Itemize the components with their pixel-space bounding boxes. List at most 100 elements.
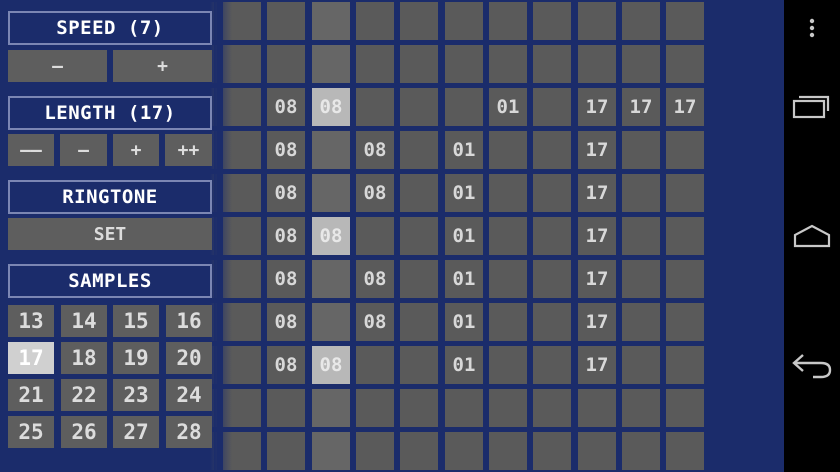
grid-cell[interactable] <box>666 346 704 384</box>
grid-cell[interactable] <box>578 2 616 40</box>
grid-cell[interactable] <box>267 2 305 40</box>
grid-cell[interactable]: 08 <box>267 217 305 255</box>
grid-cell[interactable] <box>445 389 483 427</box>
grid-cell[interactable] <box>533 260 571 298</box>
grid-cell[interactable]: 01 <box>445 260 483 298</box>
grid-cell[interactable] <box>400 217 438 255</box>
grid-cell[interactable]: 17 <box>578 260 616 298</box>
grid-cell[interactable] <box>312 2 350 40</box>
grid-cell[interactable] <box>489 174 527 212</box>
grid-cell[interactable] <box>666 217 704 255</box>
grid-cell[interactable]: 17 <box>578 217 616 255</box>
sample-button[interactable]: 17 <box>8 342 54 374</box>
grid-cell[interactable] <box>445 88 483 126</box>
sample-button[interactable]: 22 <box>61 379 107 411</box>
speed-decrease-button[interactable]: – <box>8 50 107 82</box>
grid-cell[interactable] <box>533 45 571 83</box>
grid-cell[interactable] <box>578 432 616 470</box>
grid-cell[interactable]: 01 <box>445 217 483 255</box>
grid-cell[interactable]: 17 <box>578 346 616 384</box>
grid-cell[interactable] <box>312 174 350 212</box>
grid-cell[interactable] <box>400 2 438 40</box>
grid-cell[interactable]: 08 <box>267 174 305 212</box>
grid-cell[interactable] <box>400 131 438 169</box>
grid-cell[interactable] <box>356 389 394 427</box>
grid-cell[interactable] <box>666 131 704 169</box>
grid-cell[interactable] <box>622 45 660 83</box>
grid-cell[interactable] <box>666 260 704 298</box>
grid-cell[interactable]: 01 <box>445 131 483 169</box>
grid-cell[interactable]: 08 <box>267 88 305 126</box>
grid-cell[interactable]: 08 <box>312 346 350 384</box>
length-decrease-more-button[interactable]: –– <box>8 134 54 166</box>
grid-cell[interactable]: 08 <box>312 217 350 255</box>
grid-cell[interactable] <box>312 131 350 169</box>
grid-cell[interactable] <box>533 389 571 427</box>
grid-cell[interactable]: 08 <box>356 174 394 212</box>
sample-button[interactable]: 25 <box>8 416 54 448</box>
grid-cell[interactable] <box>400 303 438 341</box>
grid-cell[interactable] <box>356 217 394 255</box>
grid-cell[interactable] <box>312 432 350 470</box>
grid-cell[interactable] <box>533 88 571 126</box>
grid-cell[interactable] <box>533 131 571 169</box>
grid-cell[interactable]: 17 <box>578 303 616 341</box>
grid-cell[interactable] <box>622 303 660 341</box>
grid-cell[interactable]: 08 <box>356 131 394 169</box>
grid-cell[interactable] <box>578 389 616 427</box>
grid-cell[interactable]: 08 <box>267 131 305 169</box>
grid-cell[interactable] <box>400 88 438 126</box>
grid-cell[interactable]: 17 <box>578 131 616 169</box>
sample-button[interactable]: 15 <box>113 305 159 337</box>
grid-cell[interactable] <box>267 45 305 83</box>
length-increase-button[interactable]: + <box>113 134 159 166</box>
grid-cell[interactable] <box>445 2 483 40</box>
grid-cell[interactable]: 01 <box>489 88 527 126</box>
length-decrease-button[interactable]: – <box>60 134 107 166</box>
recent-apps-icon[interactable] <box>784 86 840 126</box>
grid-cell[interactable]: 17 <box>578 174 616 212</box>
grid-cell[interactable] <box>622 131 660 169</box>
sample-button[interactable]: 19 <box>113 342 159 374</box>
grid-cell[interactable] <box>267 389 305 427</box>
grid-cell[interactable] <box>622 2 660 40</box>
grid-cell[interactable] <box>267 432 305 470</box>
grid-cell[interactable]: 08 <box>267 260 305 298</box>
ringtone-set-button[interactable]: SET <box>8 218 212 250</box>
grid-cell[interactable] <box>666 174 704 212</box>
grid-cell[interactable] <box>533 432 571 470</box>
grid-cell[interactable] <box>489 346 527 384</box>
grid-cell[interactable] <box>666 389 704 427</box>
grid-cell[interactable] <box>578 45 616 83</box>
sample-button[interactable]: 18 <box>61 342 107 374</box>
grid-cell[interactable] <box>400 174 438 212</box>
grid-cell[interactable]: 08 <box>267 303 305 341</box>
grid-cell[interactable] <box>400 389 438 427</box>
grid-cell[interactable] <box>533 303 571 341</box>
grid-cell[interactable] <box>312 260 350 298</box>
grid-cell[interactable] <box>489 45 527 83</box>
grid-cell[interactable] <box>622 260 660 298</box>
grid-cell[interactable] <box>666 303 704 341</box>
grid-cell[interactable] <box>533 2 571 40</box>
grid-cell[interactable] <box>356 432 394 470</box>
sample-button[interactable]: 26 <box>61 416 107 448</box>
home-icon[interactable] <box>784 216 840 256</box>
grid-cell[interactable] <box>622 174 660 212</box>
grid-cell[interactable]: 17 <box>578 88 616 126</box>
grid-cell[interactable] <box>489 131 527 169</box>
sample-button[interactable]: 20 <box>166 342 212 374</box>
grid-cell[interactable]: 01 <box>445 174 483 212</box>
grid-cell[interactable]: 17 <box>666 88 704 126</box>
grid-cell[interactable] <box>489 303 527 341</box>
grid-cell[interactable]: 08 <box>356 303 394 341</box>
grid-cell[interactable] <box>400 260 438 298</box>
grid-cell[interactable]: 17 <box>622 88 660 126</box>
grid-cell[interactable] <box>533 346 571 384</box>
grid-cell[interactable] <box>533 217 571 255</box>
sample-button[interactable]: 28 <box>166 416 212 448</box>
overflow-menu-icon[interactable] <box>784 14 840 42</box>
grid-cell[interactable] <box>666 45 704 83</box>
grid-cell[interactable] <box>622 346 660 384</box>
grid-cell[interactable] <box>356 346 394 384</box>
